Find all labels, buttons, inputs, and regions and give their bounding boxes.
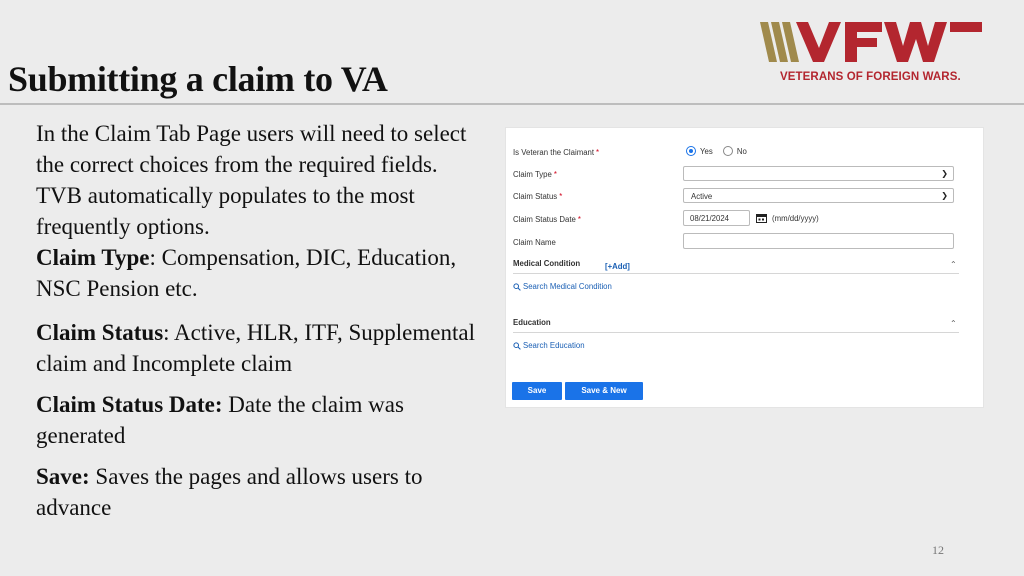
claim-status-date-description: Claim Status Date: Date the claim was ge…: [36, 392, 404, 448]
vfw-logo-mark: [760, 22, 982, 62]
claim-status-date-term: Claim Status Date:: [36, 392, 223, 417]
education-heading: Education: [513, 318, 551, 327]
section-divider: [513, 332, 959, 333]
search-icon: [513, 283, 521, 291]
chevron-down-icon: ❯: [941, 191, 948, 200]
claim-status-description: Claim Status: Active, HLR, ITF, Suppleme…: [36, 320, 475, 376]
search-icon: [513, 342, 521, 350]
claim-status-date-value: 08/21/2024: [690, 214, 730, 223]
claim-name-input[interactable]: [683, 233, 954, 249]
save-term: Save:: [36, 464, 90, 489]
claim-status-term: Claim Status: [36, 320, 164, 345]
claim-status-value: Active: [691, 192, 713, 201]
claim-type-description: Claim Type: Compensation, DIC, Education…: [36, 245, 457, 301]
search-medical-condition-link[interactable]: Search Medical Condition: [513, 282, 612, 291]
medical-condition-heading: Medical Condition: [513, 259, 581, 268]
slide-body: In the Claim Tab Page users will need to…: [36, 118, 486, 523]
claim-status-date-label: Claim Status Date *: [513, 215, 581, 224]
logo-subtitle: VETERANS OF FOREIGN WARS.: [780, 71, 961, 83]
claim-type-label: Claim Type *: [513, 170, 557, 179]
chevron-up-icon[interactable]: ⌃: [950, 319, 957, 328]
radio-no[interactable]: [722, 146, 733, 156]
claim-status-date-input[interactable]: 08/21/2024: [683, 210, 750, 226]
save-and-new-button[interactable]: Save & New: [565, 382, 643, 400]
radio-no-label: No: [736, 146, 747, 156]
page-number: 12: [932, 543, 944, 557]
veteran-claimant-radio-group: Yes No: [686, 146, 755, 156]
save-button[interactable]: Save: [512, 382, 562, 400]
title-divider: [0, 103, 1024, 105]
calendar-icon[interactable]: [756, 213, 767, 223]
section-divider: [513, 273, 959, 274]
claim-form-screenshot: Is Veteran the Claimant * Yes No Claim Ty…: [505, 127, 984, 408]
chevron-down-icon: ❯: [941, 169, 948, 178]
claim-type-select[interactable]: ❯: [683, 166, 954, 181]
date-format-hint: (mm/dd/yyyy): [772, 214, 819, 223]
claim-type-term: Claim Type: [36, 245, 150, 270]
claim-name-label: Claim Name: [513, 238, 556, 247]
add-medical-condition-link[interactable]: [+Add]: [605, 262, 630, 271]
vfw-logo: VETERANS OF FOREIGN WARS.: [760, 22, 984, 84]
radio-yes-label: Yes: [700, 146, 713, 156]
slide-title: Submitting a claim to VA: [8, 59, 388, 99]
claim-status-select[interactable]: Active ❯: [683, 188, 954, 203]
intro-paragraph: In the Claim Tab Page users will need to…: [36, 121, 467, 239]
claim-status-label: Claim Status *: [513, 192, 563, 201]
veteran-claimant-label: Is Veteran the Claimant *: [513, 148, 600, 157]
radio-yes[interactable]: [686, 146, 696, 156]
search-education-link[interactable]: Search Education: [513, 341, 585, 350]
chevron-up-icon[interactable]: ⌃: [950, 260, 957, 269]
save-description: Save: Saves the pages and allows users t…: [36, 464, 423, 520]
